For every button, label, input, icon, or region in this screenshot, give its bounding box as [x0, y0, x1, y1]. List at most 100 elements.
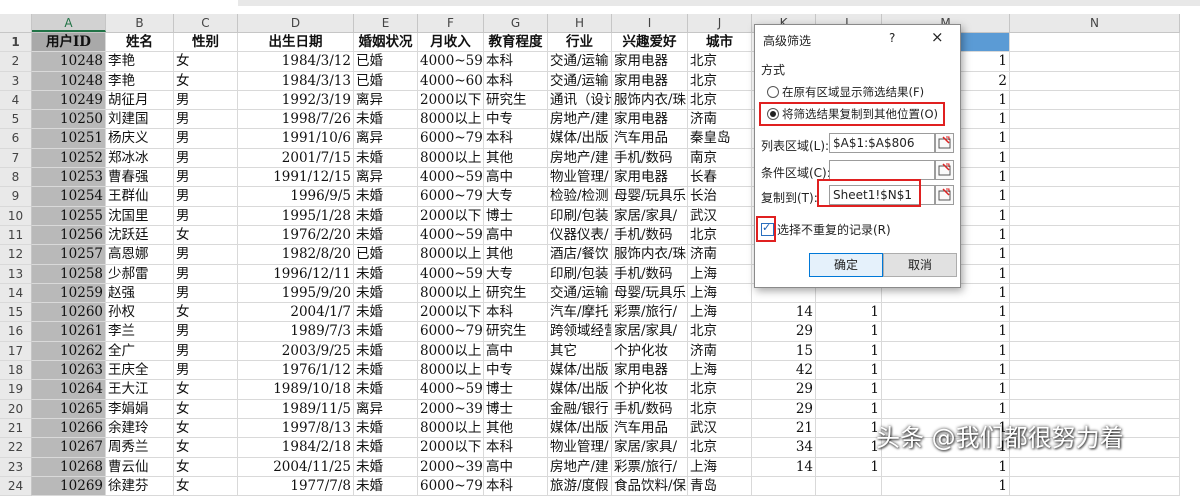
table-cell[interactable]: 1976/1/12: [238, 361, 354, 381]
table-cell[interactable]: 李兰: [106, 322, 174, 342]
table-cell[interactable]: [1010, 245, 1180, 265]
table-cell[interactable]: 长春: [688, 168, 752, 188]
table-cell[interactable]: 10250: [32, 110, 106, 130]
table-cell[interactable]: 42: [752, 361, 816, 381]
table-cell[interactable]: 手机/数码: [612, 399, 688, 419]
table-cell[interactable]: 家居/家具/: [612, 206, 688, 226]
table-cell[interactable]: 1996/9/5: [238, 187, 354, 207]
row-number[interactable]: 8: [0, 168, 32, 188]
table-cell[interactable]: 10256: [32, 225, 106, 246]
table-cell[interactable]: 手机/数码: [612, 264, 688, 284]
row-number[interactable]: 19: [0, 380, 32, 400]
table-cell[interactable]: 仪器仪表/: [548, 225, 612, 246]
table-cell[interactable]: 1991/10/6: [238, 129, 354, 149]
table-cell[interactable]: 媒体/出版: [548, 380, 612, 400]
table-cell[interactable]: 检验/检测: [548, 187, 612, 207]
table-cell[interactable]: 上海: [688, 361, 752, 381]
table-cell[interactable]: 未婚: [354, 206, 418, 226]
table-cell[interactable]: 2004/1/7: [238, 303, 354, 323]
table-cell[interactable]: 沈跃廷: [106, 225, 174, 246]
table-cell[interactable]: 10253: [32, 168, 106, 188]
table-cell[interactable]: 青岛: [688, 476, 752, 496]
row-number[interactable]: 15: [0, 303, 32, 323]
table-cell[interactable]: 男: [174, 168, 238, 188]
table-cell[interactable]: 本科: [484, 71, 548, 91]
table-cell[interactable]: [1010, 476, 1180, 496]
column-header-e[interactable]: E: [354, 14, 418, 32]
table-cell[interactable]: 1: [816, 457, 882, 477]
table-cell[interactable]: 2000以下: [418, 438, 484, 458]
radio-filter-in-place[interactable]: 在原有区域显示筛选结果(F): [767, 84, 957, 100]
table-cell[interactable]: 食品饮料/保: [612, 476, 688, 496]
table-cell[interactable]: 上海: [688, 264, 752, 284]
table-cell[interactable]: 1: [816, 341, 882, 362]
table-cell[interactable]: 10252: [32, 148, 106, 169]
table-cell[interactable]: 个护化妆: [612, 341, 688, 362]
header-cell[interactable]: 性别: [174, 33, 238, 53]
table-cell[interactable]: 1989/7/3: [238, 322, 354, 342]
table-cell[interactable]: 29: [752, 399, 816, 419]
table-cell[interactable]: 离异: [354, 399, 418, 419]
table-cell[interactable]: 10266: [32, 418, 106, 439]
header-cell[interactable]: [1010, 33, 1180, 53]
table-cell[interactable]: 大专: [484, 187, 548, 207]
table-cell[interactable]: 14: [752, 457, 816, 477]
table-cell[interactable]: [1010, 148, 1180, 169]
table-cell[interactable]: 手机/数码: [612, 225, 688, 246]
table-cell[interactable]: 高中: [484, 168, 548, 188]
table-cell[interactable]: 跨领域经营: [548, 322, 612, 342]
table-cell[interactable]: 高中: [484, 341, 548, 362]
row-number[interactable]: 3: [0, 71, 32, 91]
table-cell[interactable]: [1010, 110, 1180, 130]
table-cell[interactable]: 男: [174, 206, 238, 226]
table-cell[interactable]: 济南: [688, 110, 752, 130]
table-cell[interactable]: 研究生: [484, 283, 548, 304]
column-header-d[interactable]: D: [238, 14, 354, 32]
table-cell[interactable]: 10258: [32, 264, 106, 284]
table-cell[interactable]: 本科: [484, 303, 548, 323]
table-cell[interactable]: [1010, 264, 1180, 284]
table-cell[interactable]: 房地产/建: [548, 148, 612, 169]
table-cell[interactable]: 女: [174, 225, 238, 246]
table-cell[interactable]: 北京: [688, 71, 752, 91]
table-cell[interactable]: 女: [174, 418, 238, 439]
table-cell[interactable]: 房地产/建: [548, 110, 612, 130]
table-cell[interactable]: 中专: [484, 110, 548, 130]
table-cell[interactable]: 未婚: [354, 476, 418, 496]
column-header-g[interactable]: G: [484, 14, 548, 32]
table-cell[interactable]: 1989/11/5: [238, 399, 354, 419]
table-cell[interactable]: 余建玲: [106, 418, 174, 439]
row-number[interactable]: 5: [0, 110, 32, 130]
select-all-corner[interactable]: [0, 14, 32, 32]
table-cell[interactable]: 10255: [32, 206, 106, 226]
table-cell[interactable]: 本科: [484, 52, 548, 72]
table-cell[interactable]: 家用电器: [612, 110, 688, 130]
table-cell[interactable]: 服饰内衣/珠: [612, 245, 688, 265]
table-cell[interactable]: 10257: [32, 245, 106, 265]
table-cell[interactable]: 1995/1/28: [238, 206, 354, 226]
table-cell[interactable]: 1: [882, 476, 1010, 496]
table-cell[interactable]: 34: [752, 438, 816, 458]
table-cell[interactable]: 汽车/摩托: [548, 303, 612, 323]
table-cell[interactable]: 周秀兰: [106, 438, 174, 458]
table-cell[interactable]: 10269: [32, 476, 106, 496]
table-cell[interactable]: 媒体/出版: [548, 361, 612, 381]
row-number[interactable]: 20: [0, 399, 32, 419]
table-cell[interactable]: 家用电器: [612, 71, 688, 91]
column-header-h[interactable]: H: [548, 14, 612, 32]
table-cell[interactable]: 21: [752, 418, 816, 439]
table-cell[interactable]: 10261: [32, 322, 106, 342]
table-cell[interactable]: 王庆全: [106, 361, 174, 381]
table-cell[interactable]: 家居/家具/: [612, 438, 688, 458]
table-cell[interactable]: [1010, 303, 1180, 323]
table-cell[interactable]: 6000~7999: [418, 322, 484, 342]
table-cell[interactable]: 母婴/玩具乐: [612, 187, 688, 207]
range-picker-icon[interactable]: [935, 185, 954, 205]
table-cell[interactable]: [1010, 187, 1180, 207]
column-header-i[interactable]: I: [612, 14, 688, 32]
table-cell[interactable]: 高恩娜: [106, 245, 174, 265]
table-cell[interactable]: 10262: [32, 341, 106, 362]
table-cell[interactable]: 上海: [688, 303, 752, 323]
table-cell[interactable]: 李艳: [106, 71, 174, 91]
table-cell[interactable]: [1010, 322, 1180, 342]
